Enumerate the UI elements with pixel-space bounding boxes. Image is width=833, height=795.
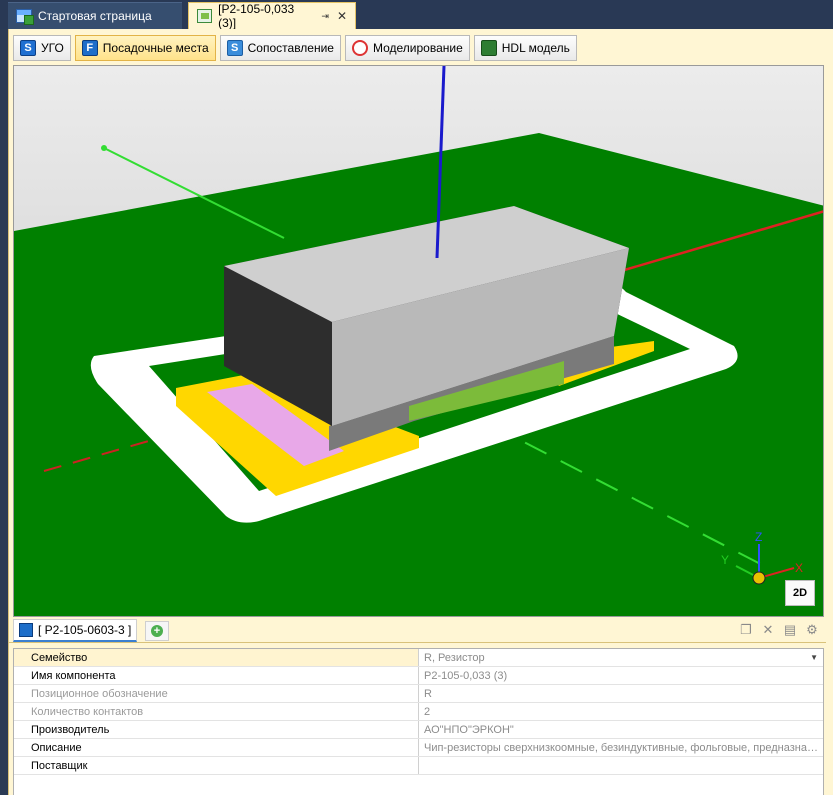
- close-icon[interactable]: ✕: [337, 9, 347, 23]
- footprints-button-label: Посадочные места: [102, 41, 209, 55]
- triad-origin: [752, 571, 766, 585]
- triad-label-x: X: [795, 561, 803, 575]
- 3d-viewport[interactable]: Z X Y 2D: [13, 65, 824, 617]
- property-value[interactable]: [419, 757, 823, 774]
- hdl-model-button[interactable]: HDL модель: [473, 35, 577, 61]
- add-variant-button[interactable]: +: [145, 621, 169, 641]
- chevron-down-icon[interactable]: ▼: [810, 649, 818, 666]
- 3d-scene: Z X Y: [14, 66, 823, 616]
- pin-icon[interactable]: ⇥: [321, 11, 329, 22]
- property-name: Производитель: [14, 721, 419, 738]
- property-value: R: [424, 688, 432, 700]
- property-value[interactable]: R, Резистор ▼: [419, 649, 823, 666]
- property-name: Количество контактов: [14, 703, 419, 720]
- property-name: Имя компонента: [14, 667, 419, 684]
- app-icon: [16, 9, 34, 25]
- property-grid-empty-area: [14, 775, 823, 795]
- tab-component-label: [P2-105-0,033 (3)]: [218, 2, 295, 30]
- property-value: 2: [424, 706, 431, 718]
- simulation-icon: [351, 40, 368, 56]
- tab-start-page-label: Стартовая страница: [38, 9, 152, 23]
- footprint-icon: F: [81, 40, 98, 56]
- property-row[interactable]: Поставщик: [14, 757, 823, 775]
- gear-icon[interactable]: ⚙: [804, 622, 820, 638]
- properties-icon[interactable]: ▤: [782, 622, 798, 638]
- symbol-button[interactable]: S УГО: [13, 35, 71, 61]
- property-name: Поставщик: [14, 757, 419, 774]
- symbol-button-label: УГО: [41, 41, 64, 55]
- hdl-model-button-label: HDL модель: [501, 41, 570, 55]
- simulation-button-label: Моделирование: [372, 41, 463, 55]
- delete-icon[interactable]: ✕: [760, 622, 776, 638]
- document-tab-bar: Стартовая страница [P2-105-0,033 (3)] ⇥ …: [0, 0, 833, 30]
- copy-icon[interactable]: ❐: [738, 622, 754, 638]
- property-grid: Семейство R, Резистор ▼ Имя компонента Р…: [13, 648, 824, 795]
- simulation-button[interactable]: Моделирование: [344, 35, 470, 61]
- property-value-text: R, Резистор: [424, 652, 485, 664]
- property-row[interactable]: Описание Чип-резисторы сверхнизкоомные, …: [14, 739, 823, 757]
- tab-component-variant[interactable]: [ P2-105-0603-3 ]: [13, 619, 137, 642]
- mapping-button[interactable]: S Сопоставление: [219, 35, 341, 61]
- property-name: Описание: [14, 739, 419, 756]
- property-row[interactable]: Производитель АО"НПО"ЭРКОН": [14, 721, 823, 739]
- symbol-icon: S: [20, 40, 36, 56]
- property-row[interactable]: Семейство R, Резистор ▼: [14, 649, 823, 667]
- property-row[interactable]: Имя компонента Р2-105-0,033 (3): [14, 667, 823, 685]
- property-value[interactable]: Чип-резисторы сверхнизкоомные, безиндукт…: [419, 739, 823, 756]
- property-name: Позиционное обозначение: [14, 685, 419, 702]
- footprints-button[interactable]: F Посадочные места: [74, 35, 216, 61]
- property-row[interactable]: Количество контактов 2: [14, 703, 823, 721]
- tab-component[interactable]: [P2-105-0,033 (3)] ⇥ ✕: [188, 2, 356, 30]
- mapping-button-label: Сопоставление: [247, 41, 334, 55]
- editor-toolbar: S УГО F Посадочные места S Сопоставление…: [9, 35, 826, 63]
- tab-actions: ❐ ✕ ▤ ⚙: [738, 622, 820, 638]
- tab-component-variant-label: [ P2-105-0603-3 ]: [38, 623, 132, 637]
- mapping-icon: S: [226, 40, 243, 56]
- footprint-icon: [19, 623, 33, 637]
- property-value[interactable]: Р2-105-0,033 (3): [419, 667, 823, 684]
- 2d-view-button[interactable]: 2D: [785, 580, 815, 606]
- component-editor-panel: S УГО F Посадочные места S Сопоставление…: [8, 29, 833, 795]
- tab-start-page[interactable]: Стартовая страница: [8, 2, 182, 29]
- y-axis-end: [101, 145, 107, 151]
- component-icon: [197, 9, 213, 23]
- property-row[interactable]: Позиционное обозначение R: [14, 685, 823, 703]
- property-value[interactable]: АО"НПО"ЭРКОН": [419, 721, 823, 738]
- add-icon: +: [151, 625, 163, 637]
- triad-label-z: Z: [755, 530, 762, 544]
- hdl-icon: [480, 40, 497, 56]
- triad-label-y: Y: [721, 553, 729, 567]
- component-tab-bar: [ P2-105-0603-3 ] + ❐ ✕ ▤ ⚙: [9, 619, 826, 643]
- property-name: Семейство: [14, 649, 419, 666]
